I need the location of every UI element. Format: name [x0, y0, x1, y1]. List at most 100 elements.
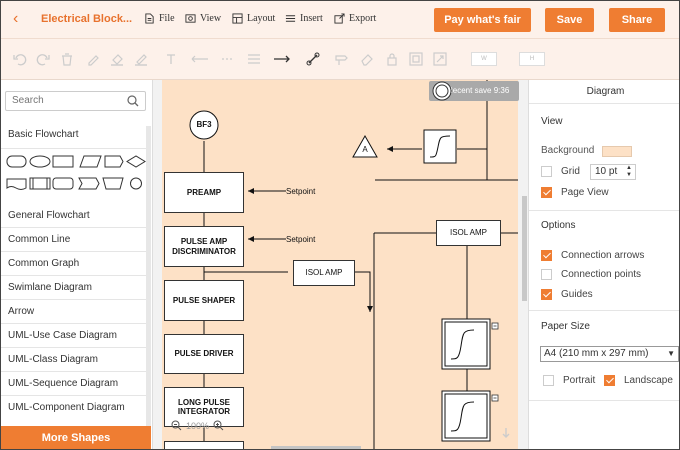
category-item[interactable]: UML-Component Diagram	[1, 396, 146, 420]
format-toolbar: W H	[1, 39, 679, 80]
canvas-vertical-scrollbar[interactable]	[522, 196, 527, 301]
page-view-checkbox[interactable]	[541, 187, 552, 198]
category-basic-flowchart[interactable]: Basic Flowchart	[1, 123, 146, 149]
shape-rounded-rect[interactable]	[6, 155, 27, 168]
category-item[interactable]: UML-Use Case Diagram	[1, 324, 146, 348]
setpoint-label-1: Setpoint	[286, 187, 316, 196]
menu-layout[interactable]: Layout	[232, 13, 275, 24]
pulse-shaper-block[interactable]: PULSE SHAPER	[164, 280, 244, 321]
category-item[interactable]: Arrow	[1, 300, 146, 324]
share-button[interactable]: Share	[609, 8, 665, 32]
lock-icon[interactable]	[385, 52, 399, 66]
shape-document[interactable]	[6, 178, 27, 190]
undo-icon[interactable]	[13, 52, 27, 66]
shape-trapezoid[interactable]	[102, 177, 124, 190]
shape-circle[interactable]	[130, 177, 142, 190]
page-view-label: Page View	[561, 187, 609, 198]
category-item[interactable]: Swimlane Diagram	[1, 276, 146, 300]
preamp-block[interactable]: PREAMP	[164, 172, 244, 213]
setpoint-label-2: Setpoint	[286, 235, 316, 244]
line-style-icon[interactable]	[191, 52, 209, 66]
category-item[interactable]: Common Line	[1, 228, 146, 252]
menu-file[interactable]: File	[144, 13, 175, 24]
diagram-page[interactable]: BF3 A PREAMP PULSE AMP DISCRIMINATOR PUL…	[162, 80, 518, 449]
diagram-properties-panel: Diagram View Background Grid Page View O…	[528, 80, 679, 449]
landscape-option[interactable]: Landscape	[604, 375, 673, 386]
shape-parallelogram[interactable]	[79, 155, 102, 168]
menu-insert[interactable]: Insert	[285, 13, 323, 24]
isol-amp-block-2[interactable]: ISOL AMP	[436, 220, 501, 246]
category-item[interactable]: General Flowchart	[1, 204, 146, 228]
size-icon[interactable]	[433, 52, 447, 66]
line-dash-icon[interactable]	[247, 52, 261, 66]
delete-icon[interactable]	[60, 52, 74, 66]
menu-export[interactable]: Export	[334, 13, 376, 24]
scroll-down-icon[interactable]	[501, 427, 511, 439]
group-icon[interactable]	[409, 52, 423, 66]
fill-color-icon[interactable]	[110, 52, 124, 66]
connection-points-checkbox[interactable]	[541, 269, 552, 280]
recent-save-label: Recent save 9:36	[447, 86, 510, 95]
pulse-amp-block[interactable]: PULSE AMP DISCRIMINATOR	[164, 226, 244, 267]
category-item[interactable]: UML-Class Diagram	[1, 348, 146, 372]
document-title[interactable]: Electrical Block...	[41, 13, 132, 25]
line-width-icon[interactable]	[221, 52, 235, 66]
font-icon[interactable]	[164, 52, 178, 66]
app-window: ‹ Electrical Block... File View Layout I…	[0, 0, 680, 450]
zoom-in-icon[interactable]	[213, 420, 224, 431]
pay-button[interactable]: Pay what's fair	[434, 8, 531, 32]
style-icon[interactable]	[334, 52, 348, 66]
shape-rectangle[interactable]	[52, 155, 74, 168]
connector-icon[interactable]	[306, 52, 320, 66]
export-icon	[334, 13, 345, 24]
next-block[interactable]	[164, 441, 244, 449]
eraser-icon[interactable]	[360, 52, 374, 66]
landscape-checkbox[interactable]	[604, 375, 615, 386]
grid-size-stepper[interactable]: 10 pt ▲ ▼	[590, 164, 636, 180]
portrait-checkbox[interactable]	[543, 375, 554, 386]
view-icon	[185, 14, 196, 23]
page-view-toggle[interactable]: Page View	[541, 187, 609, 198]
pulse-driver-block[interactable]: PULSE DRIVER	[164, 334, 244, 374]
more-shapes-button[interactable]: More Shapes	[1, 426, 151, 449]
format-painter-icon[interactable]	[86, 52, 100, 66]
redo-icon[interactable]	[36, 52, 50, 66]
search-input[interactable]	[12, 95, 122, 106]
portrait-option[interactable]: Portrait	[543, 375, 595, 386]
category-item[interactable]: UML-Sequence Diagram	[1, 372, 146, 396]
connection-points-toggle[interactable]: Connection points	[541, 269, 641, 280]
zoom-out-icon[interactable]	[171, 420, 182, 431]
zoom-controls: 100%	[171, 420, 224, 431]
connection-arrows-checkbox[interactable]	[541, 250, 552, 261]
line-color-icon[interactable]	[134, 52, 148, 66]
menu-file-label: File	[159, 13, 175, 24]
clock-icon	[432, 81, 452, 101]
connection-arrows-toggle[interactable]: Connection arrows	[541, 250, 644, 261]
menu-view[interactable]: View	[185, 13, 221, 24]
paper-size-value: A4 (210 mm x 297 mm)	[544, 348, 649, 359]
stepper-arrows-icon[interactable]: ▲ ▼	[626, 165, 632, 179]
back-arrow-icon[interactable]: ‹	[13, 11, 27, 27]
height-field[interactable]: H	[519, 52, 545, 66]
isol-amp-block-1[interactable]: ISOL AMP	[293, 260, 355, 286]
options-heading: Options	[541, 220, 576, 231]
shape-search[interactable]	[5, 91, 146, 111]
width-field[interactable]: W	[471, 52, 497, 66]
background-color-swatch[interactable]	[602, 146, 632, 157]
grid-checkbox[interactable]	[541, 166, 552, 177]
paper-size-select[interactable]: A4 (210 mm x 297 mm) ▼	[540, 346, 679, 362]
sidebar-scrollbar[interactable]	[146, 126, 151, 426]
search-icon[interactable]	[127, 95, 139, 107]
shape-chevron[interactable]	[78, 177, 100, 190]
save-button[interactable]: Save	[545, 8, 594, 32]
grid-toggle[interactable]: Grid	[541, 166, 580, 177]
shape-ellipse[interactable]	[29, 155, 51, 168]
category-item[interactable]: Common Graph	[1, 252, 146, 276]
guides-toggle[interactable]: Guides	[541, 289, 593, 300]
shape-pentagon[interactable]	[104, 155, 124, 168]
canvas-horizontal-scrollbar[interactable]	[271, 446, 361, 449]
arrow-style-icon[interactable]	[273, 52, 291, 66]
shape-diamond[interactable]	[126, 155, 146, 168]
guides-checkbox[interactable]	[541, 289, 552, 300]
shape-terminator[interactable]	[52, 177, 74, 190]
